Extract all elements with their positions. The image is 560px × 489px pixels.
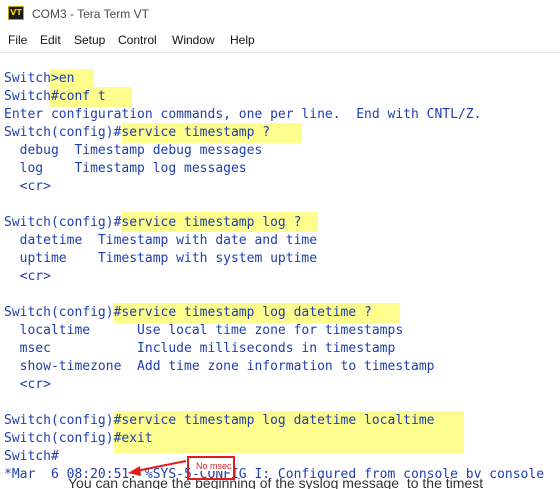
annotation-label: No msec [195,461,233,471]
annotation-arrow-icon [128,460,187,476]
